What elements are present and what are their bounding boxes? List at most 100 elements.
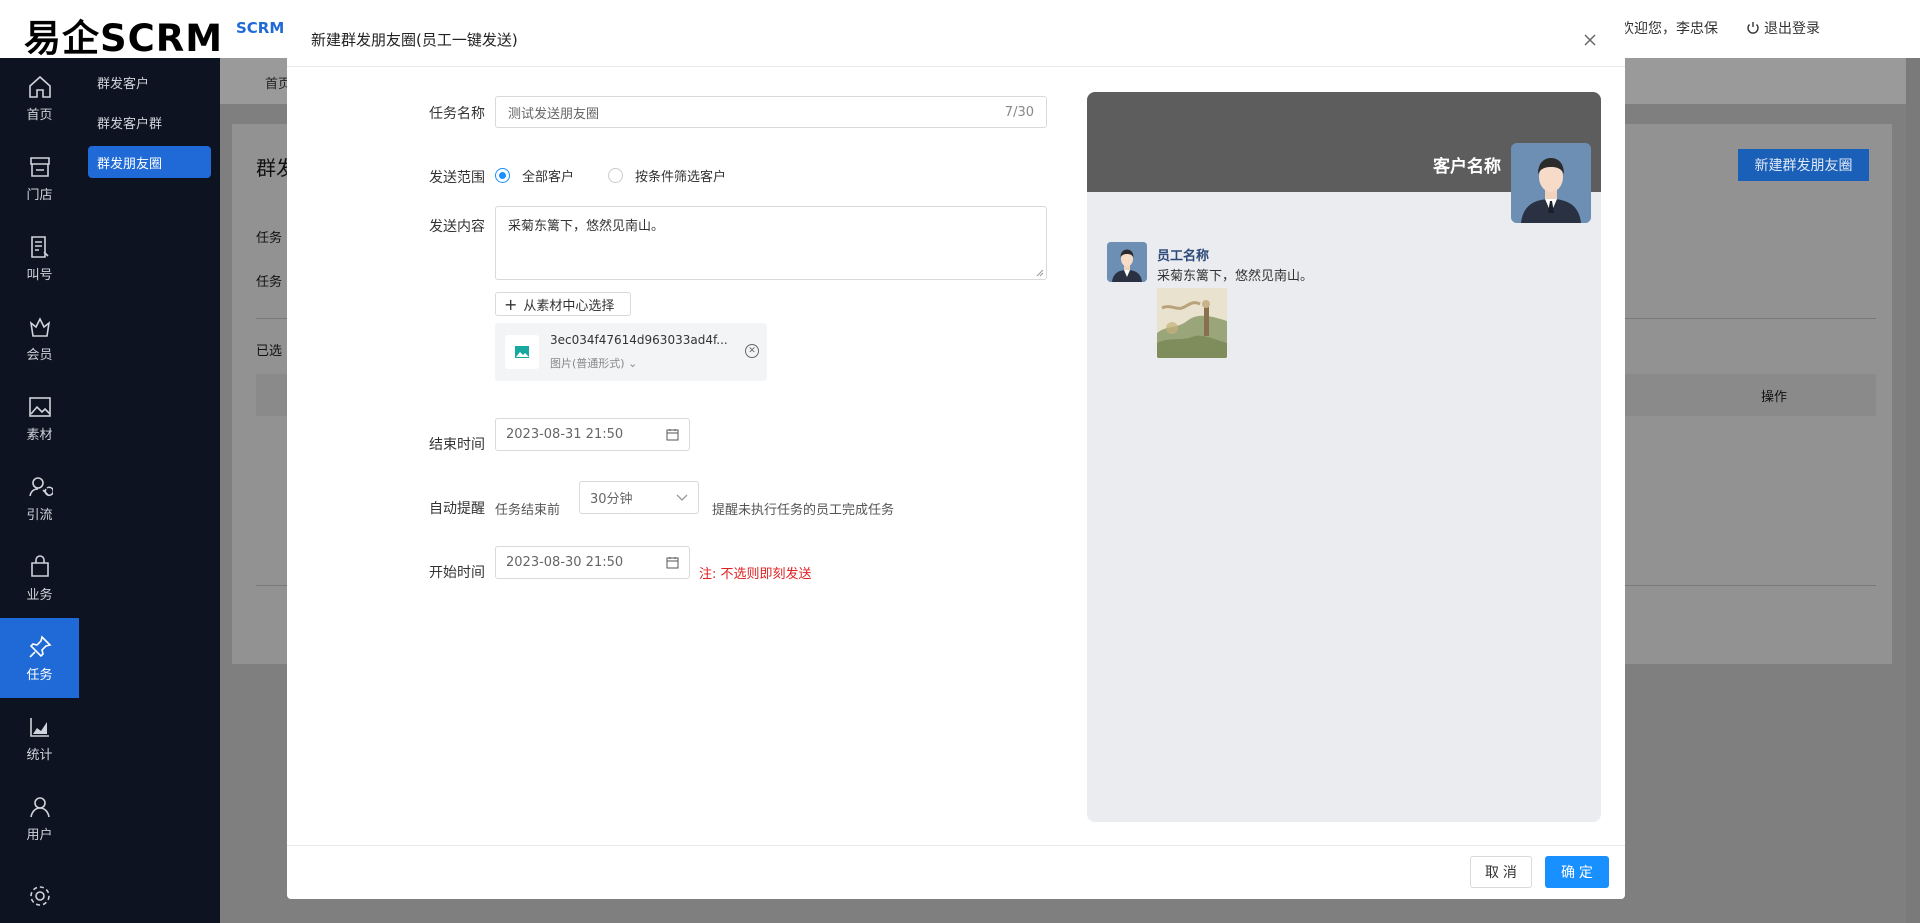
dialog-footer: 取 消 确 定 — [287, 845, 1625, 899]
sidebar-item-store[interactable]: 门店 — [0, 138, 79, 218]
radio-filter-customers[interactable]: 按条件筛选客户 — [608, 166, 726, 185]
sidebar-item-stats[interactable]: 统计 — [0, 698, 79, 778]
dialog-title: 新建群发朋友圈(员工一键发送) — [311, 31, 518, 49]
employee-avatar — [1107, 242, 1147, 282]
attachment-type-dropdown[interactable]: 图片(普通形式) ⌄ — [550, 355, 637, 371]
sidebar-item-label: 用户 — [26, 827, 53, 843]
sidebar-item-queue[interactable]: 叫号 — [0, 218, 79, 298]
reminder-suffix: 提醒未执行任务的员工完成任务 — [712, 503, 895, 518]
subnav-item-mass-group[interactable]: 群发客户群 — [88, 106, 211, 138]
end-time-value: 2023-08-31 21:50 — [506, 427, 624, 442]
home-icon — [28, 75, 51, 98]
page-scrollbar[interactable] — [1906, 58, 1920, 923]
new-moments-button[interactable]: 新建群发朋友圈 — [1738, 149, 1869, 181]
select-material-label: 从素材中心选择 — [523, 298, 615, 314]
user-icon — [29, 796, 50, 817]
employee-name: 员工名称 — [1157, 249, 1210, 264]
chevron-down-icon: ⌄ — [628, 357, 638, 370]
welcome-text: 欢迎您，李忠保 — [1620, 21, 1718, 37]
select-material-button[interactable]: + 从素材中心选择 — [495, 292, 631, 316]
reminder-label: 自动提醒 — [429, 501, 485, 517]
dialog-header: 新建群发朋友圈(员工一键发送) — [287, 13, 1625, 67]
logout-label: 退出登录 — [1764, 21, 1820, 37]
close-icon — [1584, 34, 1596, 46]
create-moments-dialog: 新建群发朋友圈(员工一键发送) 任务名称 测试发送朋友圈 7/30 发送范围 全… — [287, 13, 1625, 899]
reminder-select[interactable]: 30分钟 — [579, 481, 699, 514]
bag-icon — [30, 554, 49, 577]
sidebar-item-business[interactable]: 业务 — [0, 538, 79, 618]
pin-icon — [28, 634, 52, 658]
filter-label: 任务 — [256, 275, 283, 290]
content-label: 发送内容 — [429, 219, 485, 235]
attachment-type: 图片(普通形式) — [550, 357, 625, 370]
member-icon — [29, 316, 50, 337]
app-logo: 易企SCRM — [24, 17, 224, 60]
radio-checked-icon — [495, 168, 510, 183]
power-icon — [1747, 22, 1759, 34]
traffic-icon — [28, 476, 53, 496]
chevron-down-icon — [676, 494, 688, 501]
end-time-label: 结束时间 — [429, 437, 485, 453]
moments-preview: 客户名称 员工名称 采菊东篱下，悠然见南山。 — [1087, 92, 1601, 822]
image-file-icon — [505, 335, 539, 369]
sidebar-item-material[interactable]: 素材 — [0, 378, 79, 458]
remove-attachment-icon[interactable]: ✕ — [745, 344, 759, 358]
filter-label: 任务 — [256, 231, 283, 246]
sidebar-item-label: 引流 — [26, 507, 53, 523]
radio-label: 全部客户 — [522, 170, 575, 185]
char-counter: 7/30 — [1004, 104, 1034, 120]
sidebar-item-label: 叫号 — [26, 267, 53, 283]
sidebar-item-user[interactable]: 用户 — [0, 778, 79, 858]
radio-unchecked-icon — [608, 168, 624, 183]
subnav-item-mass-moments[interactable]: 群发朋友圈 — [88, 146, 211, 178]
sidebar-item-label: 任务 — [26, 667, 53, 683]
resize-handle-icon[interactable] — [1036, 269, 1044, 277]
start-time-note: 注: 不选则即刻发送 — [699, 567, 812, 582]
sidebar-item-label: 素材 — [26, 427, 53, 443]
sub-nav: 群发客户 群发客户群 群发朋友圈 — [79, 58, 220, 923]
sidebar-item-settings[interactable] — [0, 858, 79, 923]
content-value: 采菊东篱下，悠然见南山。 — [508, 219, 665, 234]
confirm-button[interactable]: 确 定 — [1545, 856, 1609, 888]
reminder-prefix: 任务结束前 — [495, 503, 561, 518]
calendar-icon — [666, 429, 679, 441]
subnav-item-mass-customer[interactable]: 群发客户 — [88, 66, 211, 98]
sidebar-item-task[interactable]: 任务 — [0, 618, 79, 698]
image-icon — [28, 396, 51, 417]
plus-icon: + — [504, 294, 518, 314]
selected-label: 已选 — [256, 344, 283, 359]
sidebar-item-home[interactable]: 首页 — [0, 58, 79, 138]
preview-image — [1157, 288, 1227, 358]
start-time-label: 开始时间 — [429, 565, 485, 581]
preview-header: 客户名称 — [1087, 92, 1601, 223]
reminder-value: 30分钟 — [590, 492, 633, 507]
calendar-icon — [666, 557, 679, 569]
sidebar-item-label: 首页 — [26, 107, 53, 123]
sidebar-item-traffic[interactable]: 引流 — [0, 458, 79, 538]
column-header-operation: 操作 — [1761, 390, 1788, 405]
radio-all-customers[interactable]: 全部客户 — [495, 166, 574, 185]
task-name-label: 任务名称 — [429, 106, 485, 122]
attachment-filename: 3ec034f47614d963033ad4f... — [550, 333, 728, 347]
content-textarea[interactable]: 采菊东篱下，悠然见南山。 — [495, 206, 1047, 280]
chart-icon — [29, 717, 49, 737]
scope-label: 发送范围 — [429, 170, 485, 186]
customer-name: 客户名称 — [1433, 157, 1501, 177]
customer-avatar — [1511, 143, 1591, 223]
sidebar-item-label: 统计 — [26, 747, 53, 763]
sidebar: 首页 门店 叫号 会员 素材 引流 业务 任务 统计 用户 — [0, 58, 79, 923]
start-time-value: 2023-08-30 21:50 — [506, 555, 624, 570]
start-time-picker[interactable]: 2023-08-30 21:50 — [495, 546, 690, 579]
attachment-card: 3ec034f47614d963033ad4f... 图片(普通形式) ⌄ ✕ — [495, 323, 767, 381]
brand-tag: SCRM — [236, 19, 285, 37]
end-time-picker[interactable]: 2023-08-31 21:50 — [495, 418, 690, 451]
sidebar-item-member[interactable]: 会员 — [0, 298, 79, 378]
close-button[interactable] — [1577, 27, 1603, 53]
logout-link[interactable]: 退出登录 — [1746, 18, 1820, 38]
radio-label: 按条件筛选客户 — [635, 170, 727, 185]
cancel-button[interactable]: 取 消 — [1470, 856, 1532, 888]
sidebar-item-label: 门店 — [26, 187, 53, 203]
preview-message: 采菊东篱下，悠然见南山。 — [1157, 269, 1314, 284]
gear-icon — [29, 886, 50, 906]
task-name-input[interactable]: 测试发送朋友圈 7/30 — [495, 96, 1047, 128]
